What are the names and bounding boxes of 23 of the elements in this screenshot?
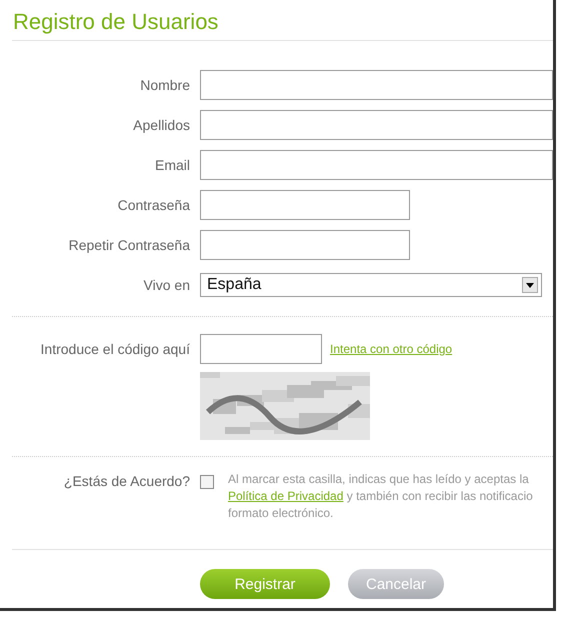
field-label: ¿Estás de Acuerdo? xyxy=(62,472,191,489)
input-field[interactable] xyxy=(200,230,410,260)
code-input-field[interactable] xyxy=(200,334,322,364)
page-title: Registro de Usuarios xyxy=(13,8,220,36)
field-label: Apellidos xyxy=(132,117,191,133)
terms-text: Al marcar esta casilla, indicas que has leído y aceptas la Política de Privacidad y también con recibir las notificacio formato electrónico. xyxy=(228,471,533,522)
cancel-button[interactable]: Cancelar xyxy=(348,569,444,599)
new-code-link[interactable]: Intenta con otro código xyxy=(330,342,452,356)
field-label: Introduce el código aquí xyxy=(40,341,191,357)
checkbox[interactable] xyxy=(200,475,214,489)
input-field[interactable] xyxy=(200,150,553,180)
field-label: Repetir Contraseña xyxy=(68,237,191,253)
register-button[interactable]: Registrar xyxy=(200,569,330,599)
select-value: España xyxy=(207,276,262,294)
privacy-policy-link[interactable]: Política de Privacidad xyxy=(228,489,344,503)
country-select[interactable]: España xyxy=(200,273,542,297)
input-field[interactable] xyxy=(200,110,553,140)
field-label: Contraseña xyxy=(116,197,191,213)
input-field[interactable] xyxy=(200,190,410,220)
field-label: Vivo en xyxy=(142,277,191,293)
field-label: Email xyxy=(154,157,191,173)
input-field[interactable] xyxy=(200,70,553,100)
field-label: Nombre xyxy=(139,77,191,93)
